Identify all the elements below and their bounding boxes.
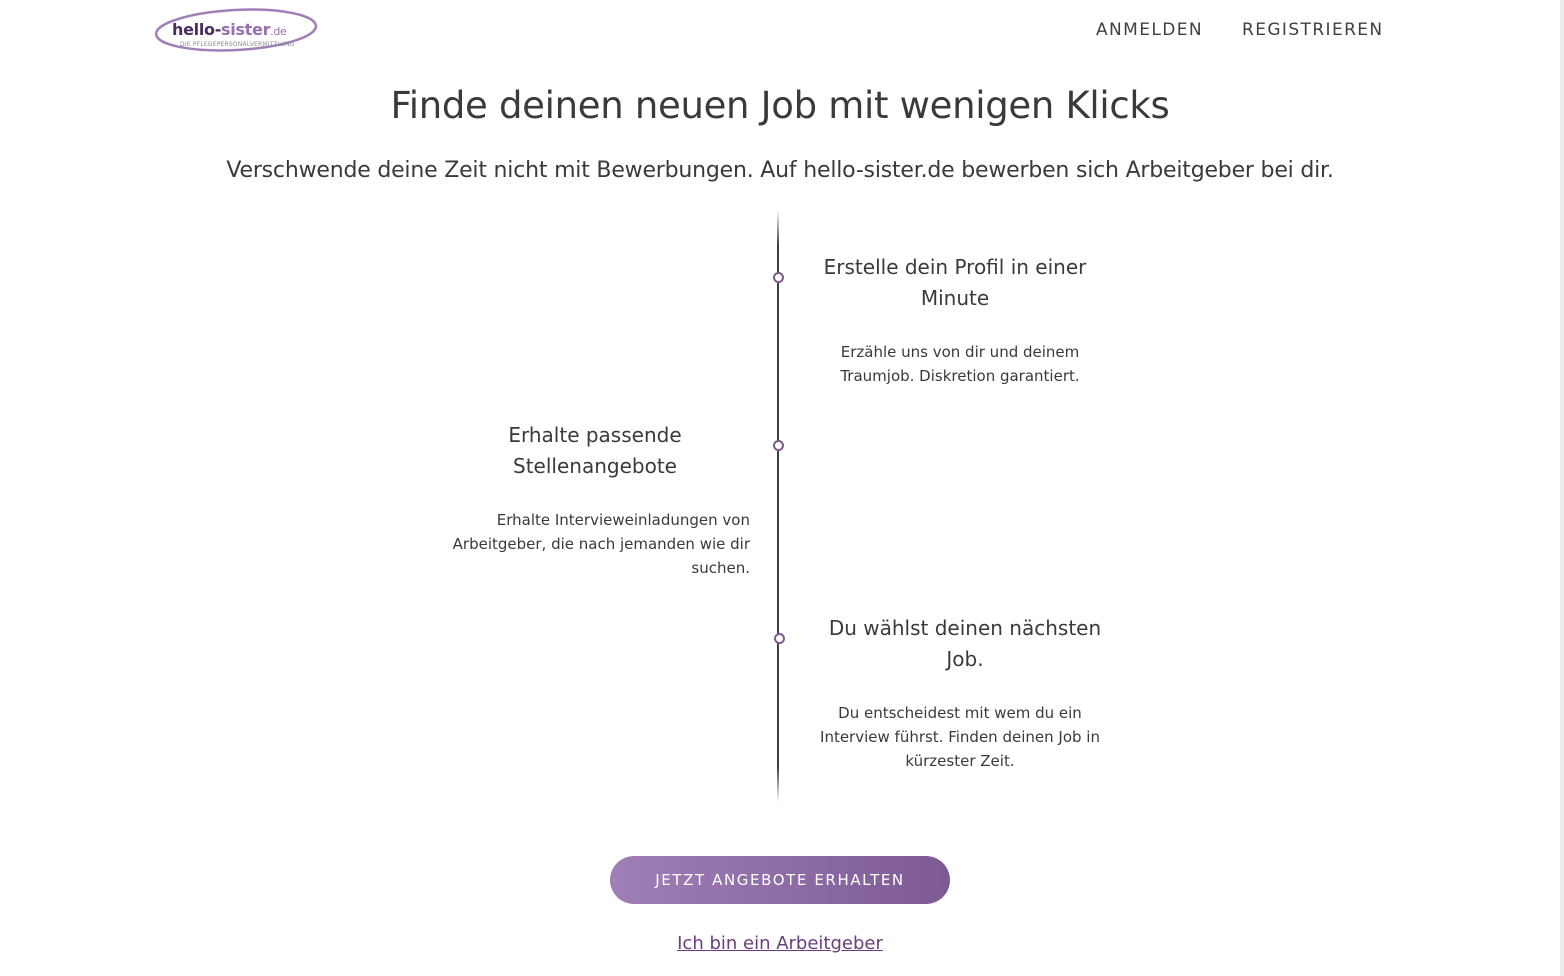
timeline-step-receive-offers: Erhalte passende Stellenangebote Erhalte… — [450, 420, 750, 580]
get-offers-button[interactable]: JETZT ANGEBOTE ERHALTEN — [610, 856, 950, 904]
step-title: Du wählst deinen nächsten Job. — [828, 616, 1102, 671]
step-description: Erzähle uns von dir und deinem Traumjob.… — [840, 343, 1080, 385]
register-link[interactable]: REGISTRIEREN — [1242, 20, 1384, 40]
timeline-dot — [774, 633, 785, 644]
step-description: Erhalte Interviewеinladungen von Arbeitg… — [452, 511, 750, 577]
page-title: Finde deinen neuen Job mit wenigen Klick… — [390, 84, 1170, 127]
timeline-step-create-profile: Erstelle dein Profil in einer Minute Erz… — [810, 252, 1110, 388]
logo-wordmark: hello-sister.de — [172, 20, 287, 39]
timeline-dot — [773, 440, 784, 451]
step-title: Erhalte passende Stellenangebote — [508, 423, 682, 478]
employer-link[interactable]: Ich bin ein Arbeitgeber — [0, 933, 1560, 954]
timeline-step-choose-job: Du wählst deinen nächsten Job. Du entsch… — [810, 613, 1110, 773]
page: hello-sister.de DIE PFLEGEPERSONALVERMIT… — [0, 0, 1564, 976]
login-link[interactable]: ANMELDEN — [1096, 20, 1203, 40]
logo-tagline: DIE PFLEGEPERSONALVERMITTLUNG — [180, 41, 295, 48]
scrollbar-track[interactable] — [1560, 0, 1564, 976]
timeline-dot — [773, 272, 784, 283]
step-title: Erstelle dein Profil in einer Minute — [823, 255, 1087, 310]
page-subtitle: Verschwende deine Zeit nicht mit Bewerbu… — [226, 158, 1334, 183]
logo[interactable]: hello-sister.de DIE PFLEGEPERSONALVERMIT… — [150, 6, 320, 54]
step-description: Du entscheidest mit wem du ein Interview… — [820, 704, 1100, 770]
timeline-line — [777, 210, 779, 802]
